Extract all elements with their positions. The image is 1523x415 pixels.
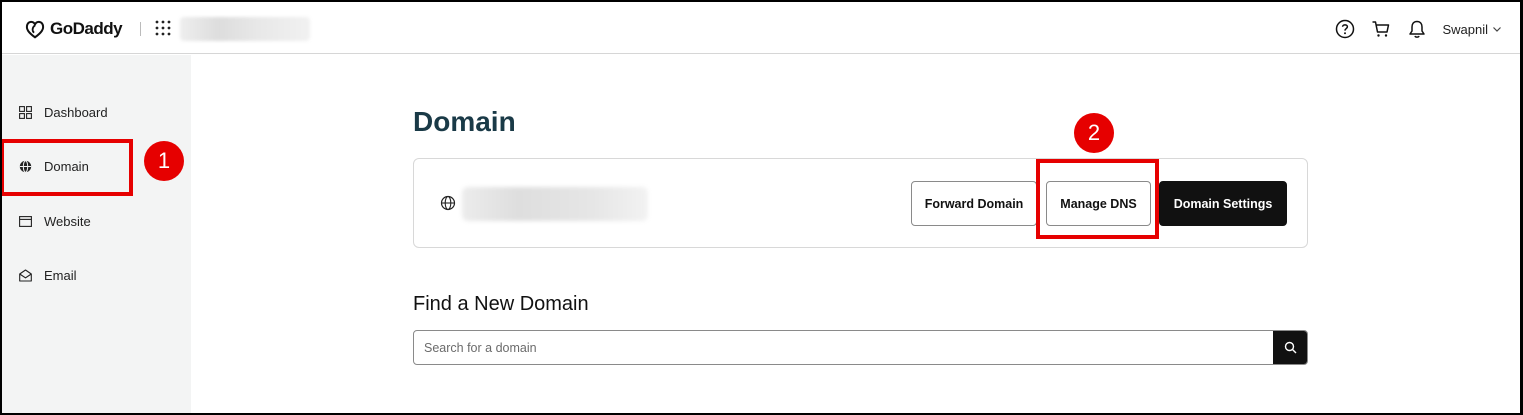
header-divider (140, 22, 141, 36)
search-button[interactable] (1273, 331, 1307, 364)
sidebar-item-label: Dashboard (44, 104, 108, 120)
sidebar-item-website[interactable]: Website (2, 194, 191, 248)
grid-icon (18, 105, 32, 119)
globe-icon (440, 195, 456, 211)
sidebar-item-label: Website (44, 213, 91, 229)
user-menu-name[interactable]: Swapnil (1442, 22, 1488, 37)
cart-button[interactable] (1370, 18, 1392, 40)
top-bar: GoDaddy Swapnil (2, 2, 1520, 54)
chevron-down-icon[interactable] (1492, 24, 1502, 34)
domain-search-input[interactable] (414, 331, 1274, 364)
help-icon (1336, 19, 1355, 39)
notifications-button[interactable] (1406, 18, 1428, 40)
cart-icon (1372, 21, 1390, 37)
forward-domain-button[interactable]: Forward Domain (911, 181, 1037, 226)
account-name-blurred (180, 17, 310, 41)
domain-name-blurred (462, 187, 648, 221)
search-icon (1284, 341, 1296, 354)
envelope-open-icon (18, 268, 32, 282)
sidebar-item-dashboard[interactable]: Dashboard (2, 85, 191, 139)
find-domain-heading: Find a New Domain (413, 293, 589, 315)
annotation-highlight-domain (2, 139, 133, 196)
sidebar: Dashboard Domain Website Email (2, 55, 191, 413)
sidebar-item-label: Email (44, 267, 77, 283)
browser-window-icon (18, 214, 32, 228)
domain-card: Forward Domain Manage DNS Domain Setting… (413, 158, 1308, 248)
annotation-badge-2: 2 (1074, 113, 1114, 153)
annotation-badge-1: 1 (144, 141, 184, 181)
godaddy-logo[interactable]: GoDaddy (24, 17, 123, 41)
sidebar-item-email[interactable]: Email (2, 248, 191, 302)
app-frame: GoDaddy Swapnil Dashboard Domain Website… (2, 2, 1520, 413)
annotation-highlight-manage-dns (1036, 159, 1159, 239)
help-button[interactable] (1334, 18, 1356, 40)
apps-grid-icon[interactable] (155, 20, 171, 36)
page-title: Domain (413, 106, 516, 137)
header-actions: Swapnil (1320, 16, 1502, 42)
domain-search-box (413, 330, 1308, 365)
bell-icon (1409, 20, 1426, 38)
brand-name: GoDaddy (50, 19, 123, 38)
domain-settings-button[interactable]: Domain Settings (1159, 181, 1287, 226)
godaddy-logo-icon (25, 20, 45, 39)
